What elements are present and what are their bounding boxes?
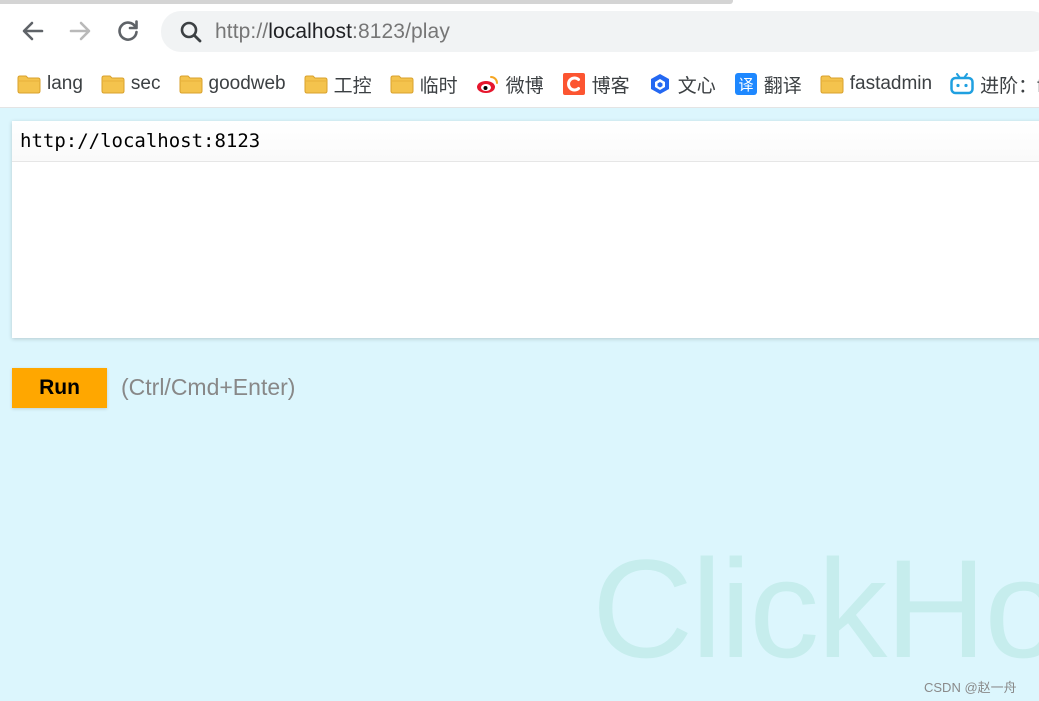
folder-icon — [17, 73, 41, 95]
back-button[interactable] — [17, 15, 49, 47]
bookmark-label: goodweb — [208, 73, 286, 94]
url-scheme: http:// — [215, 20, 269, 43]
bookmark-label: 工控 — [333, 75, 372, 97]
clickhouse-watermark: ClickHo — [592, 530, 1039, 687]
reload-icon — [118, 20, 138, 41]
search-icon — [180, 21, 202, 43]
folder-icon — [304, 73, 328, 95]
bilibili-icon — [950, 73, 974, 95]
bookmark-label: 文心 — [677, 75, 716, 97]
folder-icon — [179, 73, 203, 95]
csdn-icon — [562, 73, 586, 95]
weibo-icon — [476, 73, 500, 95]
bookmark-label: 进阶：f — [980, 75, 1039, 97]
svg-text:译: 译 — [738, 76, 753, 94]
bookmarks-bar: lang sec goodweb 工控 临时 微博 博客 文心译翻译 fastadmin 进阶：f — [17, 70, 1039, 98]
bookmark-item[interactable]: sec — [101, 70, 161, 98]
arrow-left-icon — [22, 21, 44, 41]
forward-button[interactable] — [64, 15, 96, 47]
bookmark-label: 翻译 — [763, 75, 802, 97]
arrow-right-icon — [69, 21, 91, 41]
folder-icon — [390, 73, 414, 95]
folder-icon — [101, 73, 125, 95]
folder-icon — [820, 73, 844, 95]
shortcut-hint: (Ctrl/Cmd+Enter) — [121, 374, 296, 400]
bookmark-item[interactable]: 微博 — [476, 70, 544, 98]
tab-strip-edge — [0, 0, 733, 4]
bookmark-item[interactable]: 文心 — [648, 70, 716, 98]
bookmark-label: 微博 — [505, 75, 544, 97]
browser-chrome: http://localhost:8123/play lang sec goodwe… — [0, 0, 1039, 108]
bookmark-item[interactable]: 进阶：f — [950, 70, 1039, 98]
wenxin-icon — [648, 73, 672, 95]
bookmark-item[interactable]: 译翻译 — [734, 70, 802, 98]
editor-text[interactable]: http://localhost:8123 — [20, 130, 260, 152]
run-button[interactable]: Run — [12, 368, 107, 408]
translate-icon: 译 — [734, 73, 758, 95]
url-path: :8123/play — [352, 20, 450, 43]
bookmark-label: sec — [130, 73, 161, 94]
url-host: localhost — [268, 20, 353, 43]
reload-button[interactable] — [112, 15, 144, 47]
bookmark-item[interactable]: goodweb — [179, 70, 286, 98]
query-editor[interactable]: http://localhost:8123 — [12, 121, 1039, 338]
address-bar[interactable]: http://localhost:8123/play — [161, 11, 1039, 52]
credit-text: CSDN @赵一舟 — [924, 680, 1017, 695]
bookmark-item[interactable]: fastadmin — [820, 70, 932, 98]
bookmark-item[interactable]: 临时 — [390, 70, 458, 98]
bookmark-item[interactable]: 工控 — [304, 70, 372, 98]
bookmark-label: 临时 — [419, 75, 458, 97]
bookmark-label: fastadmin — [849, 73, 933, 94]
bookmark-item[interactable]: lang — [17, 70, 83, 98]
bookmark-item[interactable]: 博客 — [562, 70, 630, 98]
url-text[interactable]: http://localhost:8123/play — [215, 20, 450, 44]
bookmark-label: 博客 — [591, 75, 630, 97]
bookmark-label: lang — [47, 73, 83, 94]
